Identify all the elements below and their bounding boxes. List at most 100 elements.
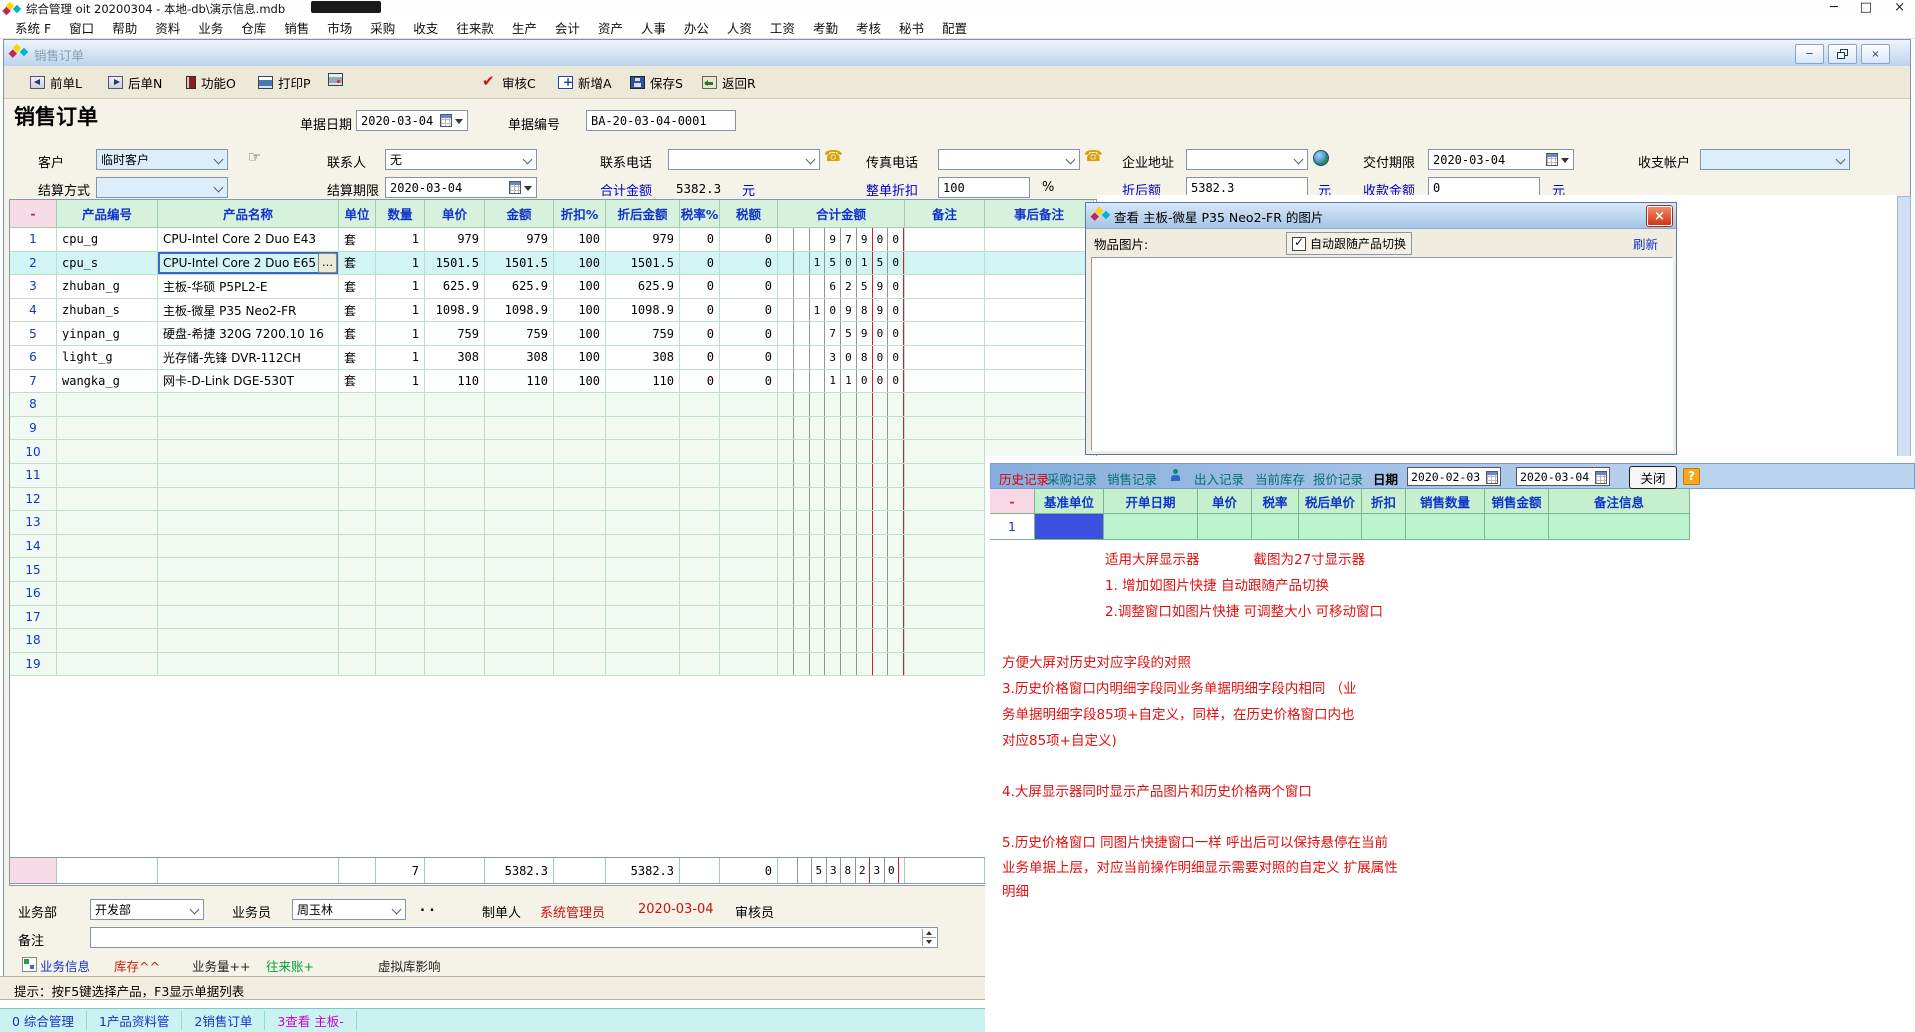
grid-cell[interactable]: [485, 629, 554, 653]
app-titlebar[interactable]: 综合管理 oit 20200304 - 本地-db\演示信息.mdb ─ □ ×: [0, 0, 1915, 17]
grid-cell[interactable]: 0: [720, 275, 778, 299]
grid-cell[interactable]: [485, 653, 554, 677]
grid-cell[interactable]: 100: [554, 252, 606, 276]
help-button[interactable]: ?: [1683, 468, 1700, 485]
menu-item[interactable]: 销售: [275, 16, 318, 39]
history-cell[interactable]: [1485, 514, 1549, 540]
grid-cell[interactable]: [606, 582, 680, 606]
grid-cell[interactable]: [680, 653, 720, 677]
grid-cell[interactable]: [339, 535, 376, 559]
grid-cell[interactable]: [985, 393, 1094, 417]
grid-cell[interactable]: 9: [10, 417, 57, 441]
grid-cell[interactable]: 30800: [778, 346, 905, 370]
grid-cell[interactable]: 109890: [778, 299, 905, 323]
grid-cell[interactable]: [985, 275, 1094, 299]
grid-cell[interactable]: [778, 582, 905, 606]
grid-cell[interactable]: 1501.5: [485, 252, 554, 276]
dots-button[interactable]: . .: [420, 900, 434, 915]
grid-cell[interactable]: [425, 535, 485, 559]
grid-cell[interactable]: [905, 275, 985, 299]
grid-cell[interactable]: [485, 488, 554, 512]
toolbar-button-new[interactable]: 新增A: [558, 73, 612, 92]
grid-cell[interactable]: [606, 653, 680, 677]
menu-item[interactable]: 工资: [761, 16, 804, 39]
grid-cell[interactable]: 1501.5: [606, 252, 680, 276]
grid-cell[interactable]: 100: [554, 322, 606, 346]
grid-cell[interactable]: 979: [606, 228, 680, 252]
grid-cell[interactable]: 15: [10, 558, 57, 582]
grid-cell[interactable]: [680, 629, 720, 653]
grid-cell[interactable]: [778, 440, 905, 464]
grid-cell[interactable]: [158, 488, 339, 512]
image-window-close-button[interactable]: ×: [1647, 206, 1672, 226]
grid-cell[interactable]: [339, 393, 376, 417]
child-restore-button[interactable]: [1828, 44, 1857, 64]
grid-cell[interactable]: [554, 606, 606, 630]
history-date-from-input[interactable]: 2020-02-03: [1407, 467, 1501, 486]
grid-cell[interactable]: [339, 653, 376, 677]
history-cell[interactable]: [1299, 514, 1362, 540]
grid-cell[interactable]: [554, 417, 606, 441]
grid-cell[interactable]: [425, 440, 485, 464]
grid-cell[interactable]: [554, 511, 606, 535]
toolbar-button-next[interactable]: 后单N: [108, 73, 162, 92]
grid-cell[interactable]: 1: [376, 322, 425, 346]
menu-item[interactable]: 市场: [318, 16, 361, 39]
grid-cell[interactable]: [425, 488, 485, 512]
grid-cell[interactable]: [554, 558, 606, 582]
footer-link[interactable]: 往来账+: [266, 956, 314, 975]
grid-cell[interactable]: 0: [680, 228, 720, 252]
grid-cell[interactable]: [376, 629, 425, 653]
grid-cell[interactable]: 759: [485, 322, 554, 346]
menu-item[interactable]: 秘书: [890, 16, 933, 39]
minimize-button[interactable]: ─: [1830, 0, 1838, 15]
grid-cell[interactable]: 套: [339, 299, 376, 323]
grid-cell[interactable]: [778, 606, 905, 630]
grid-cell[interactable]: 13: [10, 511, 57, 535]
grid-cell[interactable]: wangka_g: [57, 370, 158, 394]
grid-cell[interactable]: 18: [10, 629, 57, 653]
grid-cell[interactable]: [339, 606, 376, 630]
grid-cell[interactable]: [425, 653, 485, 677]
grid-cell[interactable]: [905, 464, 985, 488]
grid-cell[interactable]: 625.9: [606, 275, 680, 299]
grid-cell[interactable]: [720, 629, 778, 653]
child-titlebar[interactable]: 销售订单 ─ ×: [4, 40, 1910, 67]
grid-cell[interactable]: [376, 440, 425, 464]
grid-cell[interactable]: [680, 582, 720, 606]
grid-cell[interactable]: 308: [425, 346, 485, 370]
grid-cell[interactable]: [485, 393, 554, 417]
grid-cell[interactable]: 0: [720, 370, 778, 394]
menu-item[interactable]: 办公: [675, 16, 718, 39]
grid-cell[interactable]: [158, 558, 339, 582]
grid-cell[interactable]: 100: [554, 346, 606, 370]
menu-item[interactable]: 配置: [933, 16, 976, 39]
footer-link[interactable]: 业务量++: [192, 956, 250, 975]
grid-cell[interactable]: [680, 558, 720, 582]
grid-cell[interactable]: [425, 393, 485, 417]
grid-cell[interactable]: [158, 535, 339, 559]
maximize-button[interactable]: □: [1860, 0, 1872, 15]
grid-cell[interactable]: [778, 558, 905, 582]
history-cell[interactable]: [1104, 514, 1198, 540]
grid-cell[interactable]: [57, 440, 158, 464]
note-input[interactable]: [90, 927, 938, 948]
grid-cell[interactable]: CPU-Intel Core 2 Duo E43: [158, 228, 339, 252]
grid-cell[interactable]: [606, 629, 680, 653]
grid-cell[interactable]: [485, 606, 554, 630]
grid-cell[interactable]: 16: [10, 582, 57, 606]
grid-cell[interactable]: 0: [680, 370, 720, 394]
grid-cell[interactable]: 308: [606, 346, 680, 370]
grid-cell[interactable]: 套: [339, 252, 376, 276]
grid-cell[interactable]: [339, 511, 376, 535]
grid-cell[interactable]: [485, 558, 554, 582]
grid-cell[interactable]: [57, 417, 158, 441]
grid-cell[interactable]: 0: [680, 322, 720, 346]
grid-cell[interactable]: 17: [10, 606, 57, 630]
grid-cell[interactable]: [720, 558, 778, 582]
grid-cell[interactable]: [720, 417, 778, 441]
grid-cell[interactable]: [485, 464, 554, 488]
grid-cell[interactable]: 4: [10, 299, 57, 323]
grid-cell[interactable]: 0: [720, 299, 778, 323]
history-tab[interactable]: 历史记录: [999, 469, 1049, 488]
